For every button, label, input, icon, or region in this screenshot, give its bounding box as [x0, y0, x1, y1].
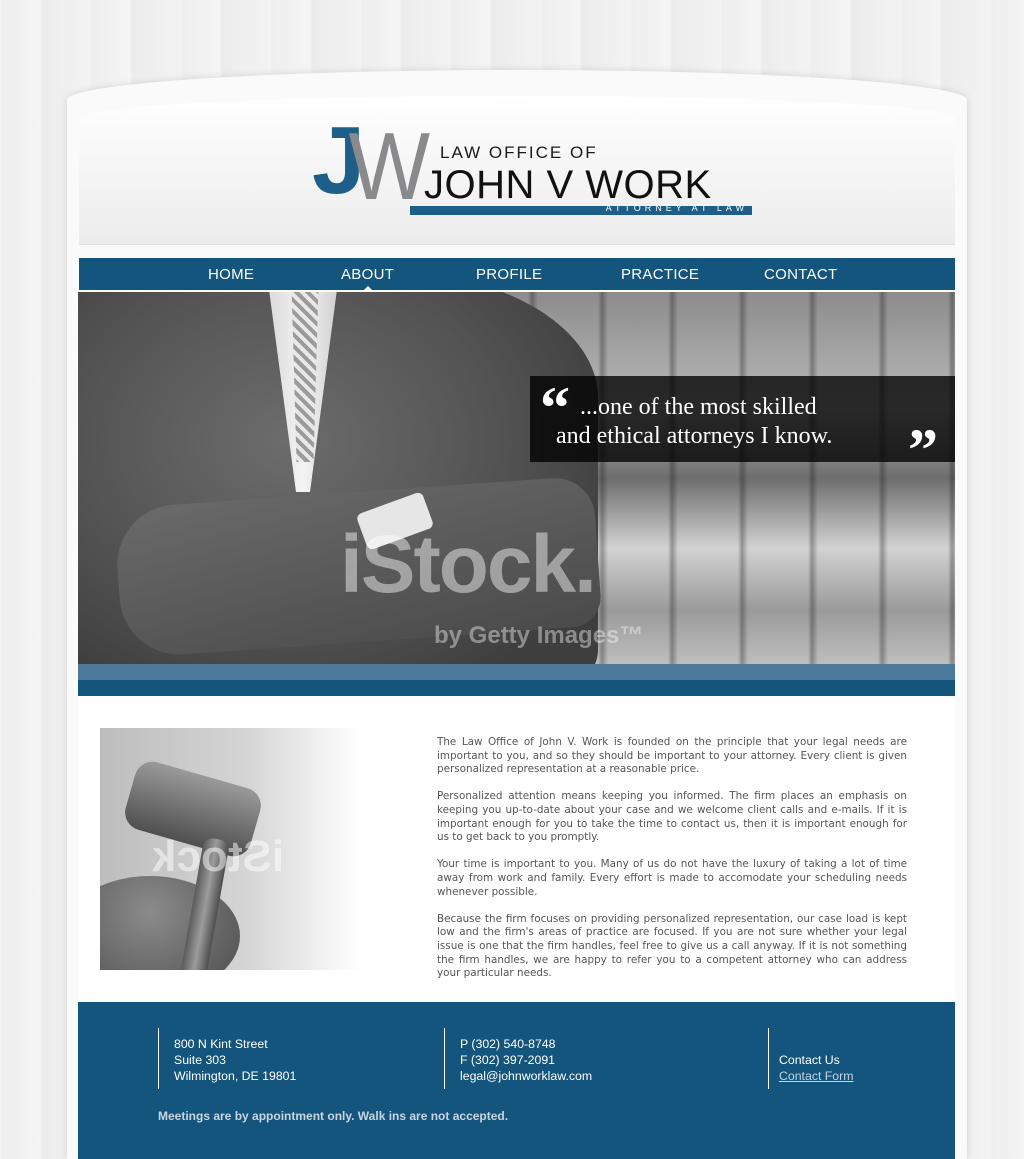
logo-line-big: JOHN V WORK — [424, 163, 712, 207]
address-suite: Suite 303 — [174, 1053, 226, 1067]
address-city: Wilmington, DE 19801 — [174, 1069, 297, 1083]
phone-number[interactable]: P (302) 540-8748 — [460, 1036, 592, 1052]
nav-practice[interactable]: PRACTICE — [621, 258, 699, 290]
gavel-image: iStock — [100, 728, 362, 970]
nav-profile[interactable]: PROFILE — [476, 258, 542, 290]
active-indicator-icon — [362, 286, 373, 291]
contact-form-link[interactable]: Contact Form — [779, 1068, 853, 1084]
footer: 800 N Kint Street Suite 303 Wilmington, … — [78, 1002, 955, 1159]
footer-contact-us: Contact Us Contact Form — [768, 1028, 853, 1089]
quote-line-1: ...one of the most skilled — [580, 394, 817, 420]
about-text: The Law Office of John V. Work is founde… — [437, 736, 907, 994]
main-nav: HOME ABOUT PROFILE PRACTICE CONTACT — [79, 258, 955, 291]
about-paragraph: Personalized attention means keeping you… — [437, 790, 907, 844]
nav-home[interactable]: HOME — [208, 258, 254, 290]
about-paragraph: Because the firm focuses on providing pe… — [437, 912, 907, 980]
nav-about-label: ABOUT — [341, 266, 395, 283]
hero-strip-highlight — [78, 664, 955, 680]
logo-line-small: LAW OFFICE OF — [440, 143, 598, 162]
address-street: 800 N Kint Street — [174, 1037, 268, 1051]
hero-strip — [78, 664, 955, 696]
footer-contact-info: P (302) 540-8748 F (302) 397-2091 legal@… — [444, 1028, 592, 1089]
logo[interactable]: J W LAW OFFICE OF JOHN V WORK ATTORNEY A… — [312, 113, 752, 223]
nav-contact[interactable]: CONTACT — [764, 258, 837, 290]
appointment-note: Meetings are by appointment only. Walk i… — [158, 1109, 509, 1123]
contact-us-heading: Contact Us — [779, 1053, 840, 1067]
logo-tagline-bar: ATTORNEY AT LAW — [410, 203, 752, 215]
logo-tagline: ATTORNEY AT LAW — [605, 203, 748, 213]
stock-watermark-sub: by Getty Images™ — [434, 622, 644, 649]
logo-initial-w: W — [348, 113, 431, 220]
about-paragraph: Your time is important to you. Many of u… — [437, 858, 907, 898]
stock-watermark: iStock. — [340, 519, 597, 610]
nav-about[interactable]: ABOUT — [341, 258, 395, 291]
quote-line-2: and ethical attorneys I know. — [556, 423, 833, 449]
email-link[interactable]: legal@johnworklaw.com — [460, 1068, 592, 1084]
hero-banner: “ ...one of the most skilled and ethical… — [78, 292, 955, 680]
quote-close-icon: ” — [908, 417, 938, 483]
gavel-watermark: iStock — [152, 832, 285, 881]
about-paragraph: The Law Office of John V. Work is founde… — [437, 736, 907, 776]
fax-number: F (302) 397-2091 — [460, 1053, 556, 1067]
footer-address: 800 N Kint Street Suite 303 Wilmington, … — [158, 1028, 296, 1089]
